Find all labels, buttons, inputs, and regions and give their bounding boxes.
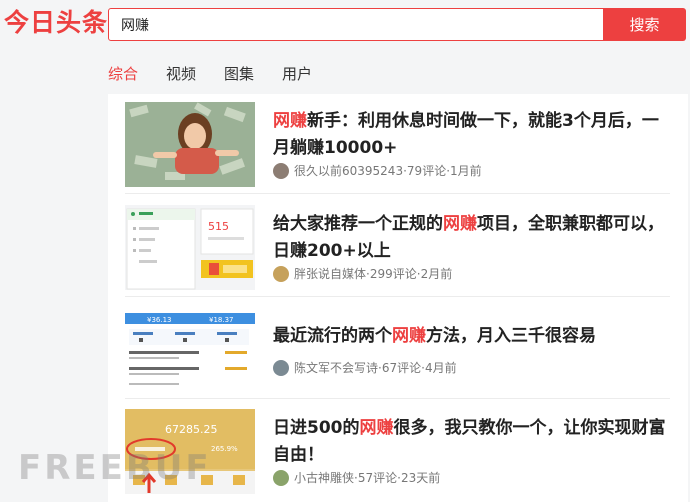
author-name[interactable]: 胖张说自媒体 xyxy=(294,265,366,282)
author-name[interactable]: 小古神雕侠 xyxy=(294,469,354,486)
thumb-right-value: ¥18.37 xyxy=(209,316,234,324)
list-item[interactable]: 网赚新手：利用休息时间做一下，就能3个月后，一月躺赚10000+ 很久以前603… xyxy=(125,94,670,194)
keyword-highlight: 网赚 xyxy=(443,214,477,234)
article-thumbnail[interactable]: 515 xyxy=(125,205,255,290)
author-avatar[interactable] xyxy=(273,359,289,376)
author-avatar[interactable] xyxy=(273,265,289,282)
tab-comprehensive[interactable]: 综合 xyxy=(108,62,138,90)
comment-count[interactable]: 57评论 xyxy=(358,469,397,486)
search-button[interactable]: 搜索 xyxy=(603,8,686,41)
tab-users[interactable]: 用户 xyxy=(282,62,312,90)
thumb-amount: 515 xyxy=(208,220,229,233)
author-name[interactable]: 陈文军不会写诗 xyxy=(294,359,378,376)
list-item[interactable]: ¥36.13 ¥18.37 最近流行的两个网赚方法，月入三千很容易 陈文军不会写… xyxy=(125,299,670,399)
result-tabs: 综合 视频 图集 用户 xyxy=(108,62,340,90)
keyword-highlight: 网赚 xyxy=(392,326,426,346)
comment-count[interactable]: 67评论 xyxy=(382,359,421,376)
article-title[interactable]: 给大家推荐一个正规的网赚项目，全职兼职都可以，日赚200+以上 xyxy=(273,211,671,265)
keyword-highlight: 网赚 xyxy=(359,418,394,438)
logo[interactable]: 今日头条 xyxy=(4,6,108,40)
article-meta: 胖张说自媒体 · 299评论 · 2月前 xyxy=(273,265,452,282)
author-avatar[interactable] xyxy=(273,469,289,486)
tab-video[interactable]: 视频 xyxy=(166,62,196,90)
article-meta: 陈文军不会写诗 · 67评论 · 4月前 xyxy=(273,359,457,376)
publish-time: 23天前 xyxy=(400,471,441,485)
list-item[interactable]: 515 给大家推荐一个正规的网赚项目，全职兼职都可以，日赚200+以上 胖张说自… xyxy=(125,197,670,297)
author-name[interactable]: 很久以前60395243 xyxy=(294,162,403,179)
keyword-highlight: 网赚 xyxy=(273,111,307,131)
comment-count[interactable]: 299评论 xyxy=(370,265,417,282)
article-thumbnail[interactable]: ¥36.13 ¥18.37 xyxy=(125,307,255,392)
article-title[interactable]: 网赚新手：利用休息时间做一下，就能3个月后，一月躺赚10000+ xyxy=(273,108,671,162)
author-avatar[interactable] xyxy=(273,162,289,179)
publish-time: 2月前 xyxy=(420,267,453,281)
watermark: FREEBUF xyxy=(18,448,212,488)
article-title[interactable]: 最近流行的两个网赚方法，月入三千很容易 xyxy=(273,323,671,350)
article-thumbnail[interactable] xyxy=(125,102,255,187)
article-meta: 小古神雕侠 · 57评论 · 23天前 xyxy=(273,469,440,486)
thumb-left-value: ¥36.13 xyxy=(147,316,172,324)
search-input[interactable] xyxy=(109,9,603,40)
article-title[interactable]: 日进500的网赚很多，我只教你一个，让你实现财富自由！ xyxy=(273,415,671,469)
publish-time: 1月前 xyxy=(450,164,482,178)
publish-time: 4月前 xyxy=(424,361,457,375)
comment-count[interactable]: 79评论 xyxy=(407,162,446,179)
tab-gallery[interactable]: 图集 xyxy=(224,62,254,90)
thumb-sub-value: 265.9% xyxy=(211,445,238,453)
search-box xyxy=(108,8,604,41)
result-list: 网赚新手：利用休息时间做一下，就能3个月后，一月躺赚10000+ 很久以前603… xyxy=(108,94,688,502)
thumb-big-value: 67285.25 xyxy=(165,423,218,436)
article-meta: 很久以前60395243 · 79评论 · 1月前 xyxy=(273,162,482,179)
top-bar: 今日头条 搜索 xyxy=(0,0,690,48)
